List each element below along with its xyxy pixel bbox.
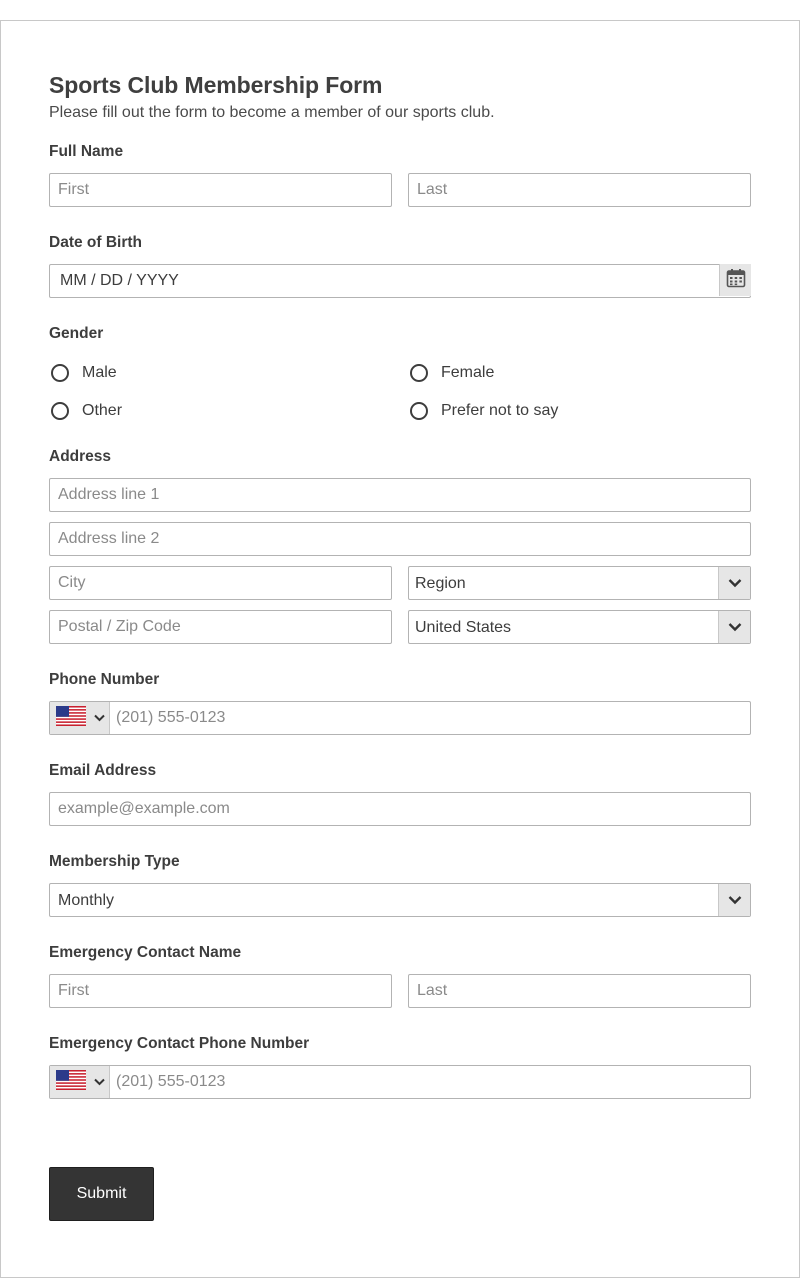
membership-select[interactable]: Monthly: [49, 883, 751, 917]
phone-label: Phone Number: [49, 671, 160, 688]
chevron-down-icon[interactable]: [718, 884, 750, 916]
form-title: Sports Club Membership Form: [49, 72, 383, 98]
country-select-value: United States: [415, 619, 512, 636]
phone-field: [49, 701, 751, 735]
last-name-input[interactable]: [408, 173, 751, 207]
emergency-first-name-input[interactable]: [49, 974, 392, 1008]
calendar-icon: [726, 268, 746, 293]
us-flag-icon: [56, 1069, 86, 1095]
us-flag-icon: [56, 705, 86, 731]
postal-code-input[interactable]: [49, 610, 392, 644]
city-input[interactable]: [49, 566, 392, 600]
region-select-value: Region: [415, 575, 466, 592]
gender-option-male[interactable]: Male: [51, 364, 117, 382]
dob-input[interactable]: [49, 264, 751, 298]
country-code-select[interactable]: [50, 702, 110, 734]
membership-select-value: Monthly: [58, 892, 115, 909]
gender-option-label: Male: [82, 364, 117, 381]
gender-option-label: Other: [82, 402, 123, 419]
gender-label: Gender: [49, 325, 104, 342]
full-name-label: Full Name: [49, 143, 124, 160]
gender-option-prefer-not[interactable]: Prefer not to say: [410, 402, 558, 420]
form-subtitle: Please fill out the form to become a mem…: [49, 104, 495, 121]
membership-label: Membership Type: [49, 853, 180, 870]
chevron-down-icon[interactable]: [718, 611, 750, 643]
gender-option-female[interactable]: Female: [410, 364, 494, 382]
emergency-name-label: Emergency Contact Name: [49, 944, 242, 961]
radio-button[interactable]: [410, 402, 428, 420]
country-select[interactable]: United States: [408, 610, 751, 644]
dob-field: .dob-ph::placeholder{color:#3d3d3d;}: [49, 264, 751, 298]
chevron-down-icon: [94, 1073, 105, 1091]
email-input[interactable]: [49, 792, 751, 826]
radio-button[interactable]: [51, 364, 69, 382]
phone-input[interactable]: [110, 702, 750, 734]
calendar-button[interactable]: [719, 264, 751, 296]
dob-label: Date of Birth: [49, 234, 142, 251]
emergency-phone-field: [49, 1065, 751, 1099]
emergency-last-name-input[interactable]: [408, 974, 751, 1008]
gender-option-label: Prefer not to say: [441, 402, 559, 419]
gender-option-other[interactable]: Other: [51, 402, 122, 420]
emergency-phone-label: Emergency Contact Phone Number: [49, 1035, 310, 1052]
address-label: Address: [49, 448, 112, 465]
gender-option-label: Female: [441, 364, 495, 381]
submit-button[interactable]: Submit: [49, 1167, 154, 1221]
region-select[interactable]: Region: [408, 566, 751, 600]
address-line1-input[interactable]: [49, 478, 751, 512]
radio-button[interactable]: [51, 402, 69, 420]
radio-button[interactable]: [410, 364, 428, 382]
chevron-down-icon[interactable]: [718, 567, 750, 599]
email-label: Email Address: [49, 762, 157, 779]
chevron-down-icon: [94, 709, 105, 727]
address-line2-input[interactable]: [49, 522, 751, 556]
emergency-phone-input[interactable]: [110, 1066, 750, 1098]
first-name-input[interactable]: [49, 173, 392, 207]
country-code-select[interactable]: [50, 1066, 110, 1098]
